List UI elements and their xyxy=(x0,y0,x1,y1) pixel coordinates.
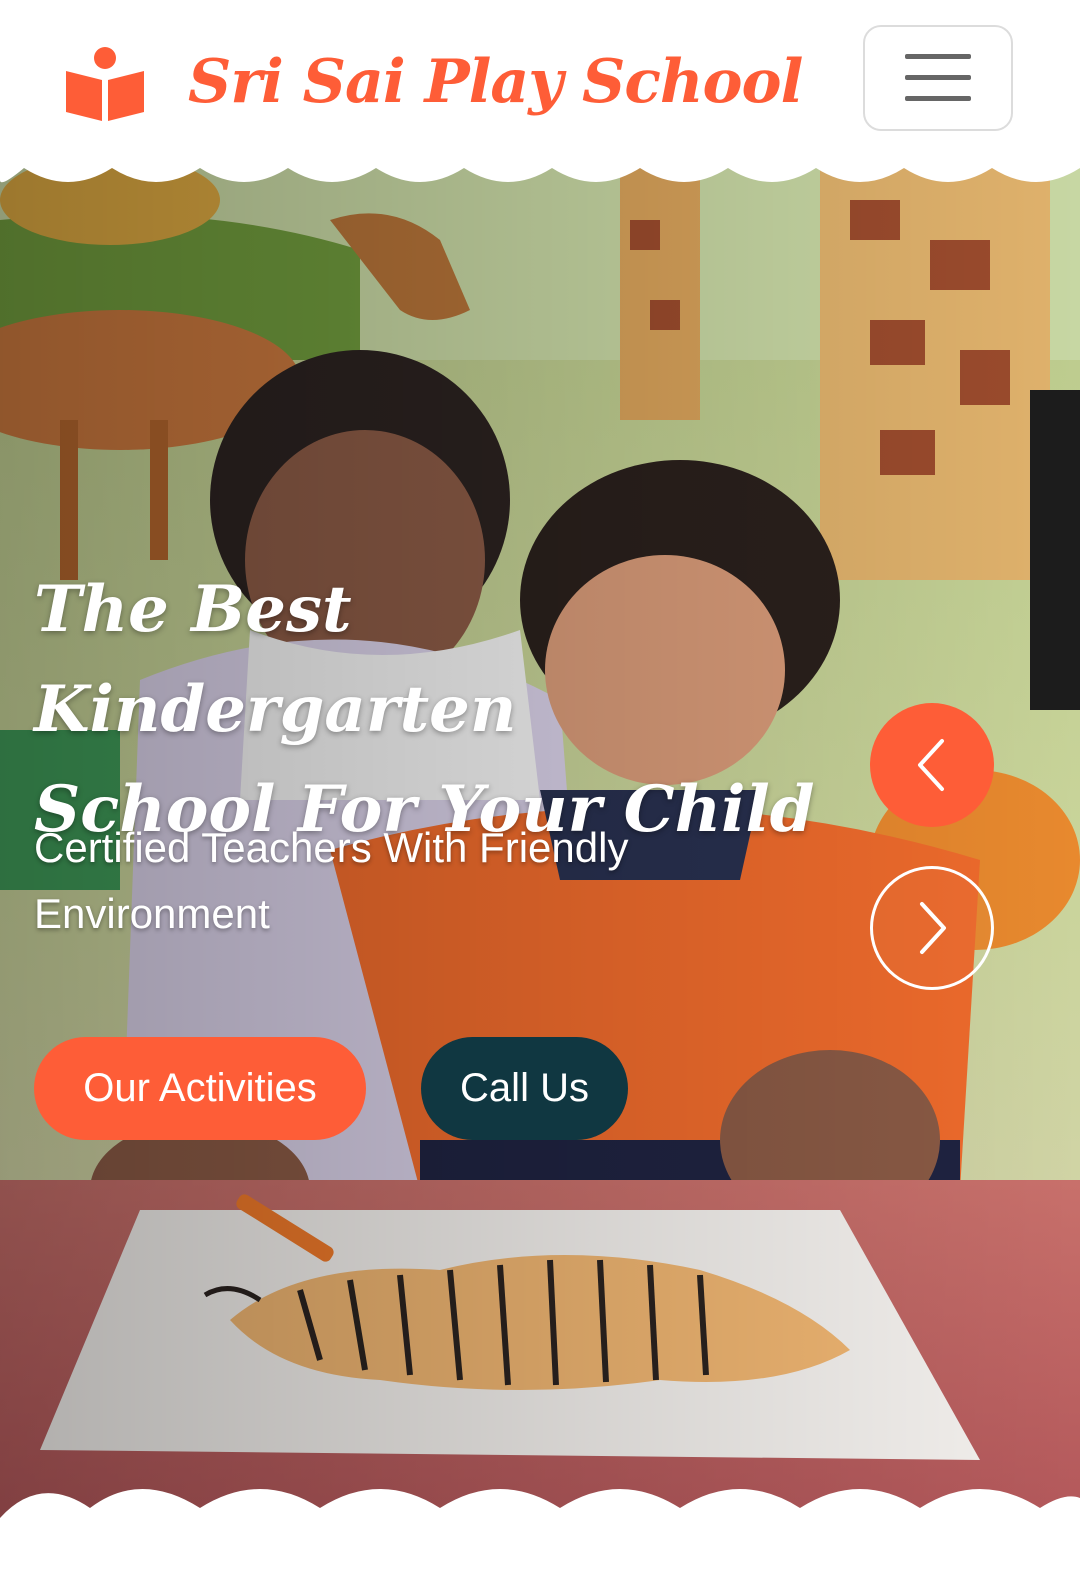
book-reader-icon xyxy=(66,47,144,121)
chevron-right-icon xyxy=(920,902,946,954)
carousel-next-button[interactable] xyxy=(870,866,994,990)
brand-name: Sri Sai Play School xyxy=(188,47,803,117)
carousel-prev-button[interactable] xyxy=(870,703,994,827)
hero-carousel: The Best Kindergarten School For Your Ch… xyxy=(0,160,1080,1532)
our-activities-button[interactable]: Our Activities xyxy=(34,1037,366,1140)
site-header: Sri Sai Play School xyxy=(0,0,1080,165)
page: Sri Sai Play School The Best Kindergarte… xyxy=(0,0,1080,1569)
hero-subtitle: Certified Teachers With Friendly Environ… xyxy=(34,824,629,937)
brand-link[interactable]: Sri Sai Play School xyxy=(64,32,803,132)
menu-toggle-button[interactable] xyxy=(863,25,1013,131)
call-us-button[interactable]: Call Us xyxy=(421,1037,628,1140)
hero-title-line-1: The Best Kindergarten xyxy=(34,572,517,747)
hamburger-menu-icon xyxy=(905,54,971,101)
chevron-left-icon xyxy=(918,739,944,791)
scallop-bottom-edge xyxy=(0,1489,1080,1532)
